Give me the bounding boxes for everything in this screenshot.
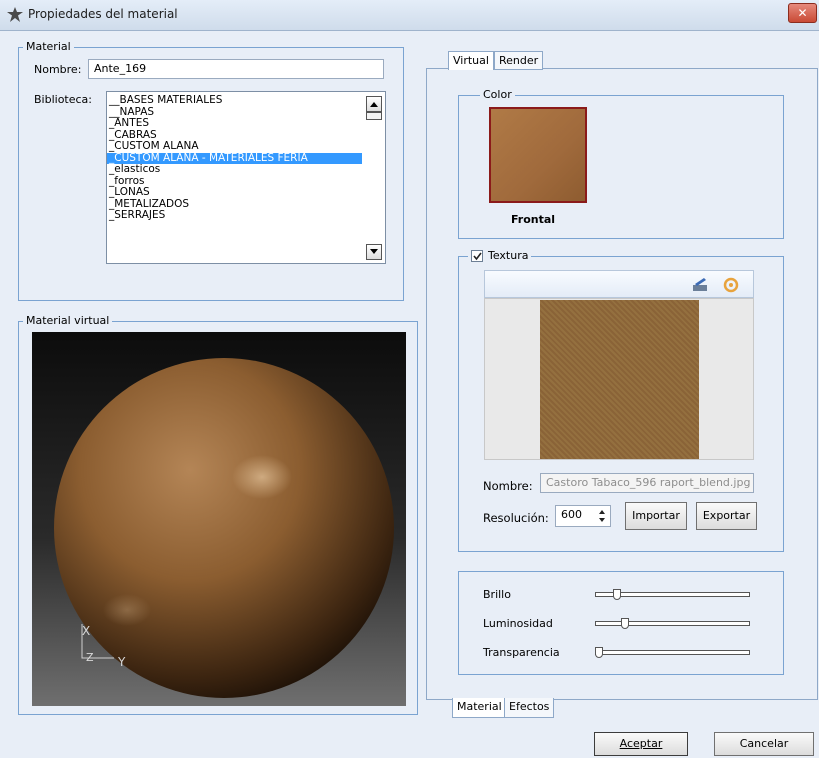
arrow-up-icon [370,102,378,107]
refresh-icon[interactable] [721,275,741,295]
tab-render[interactable]: Render [494,51,544,70]
texture-checkbox[interactable] [471,250,483,262]
resolution-value: 600 [561,508,582,521]
window-title: Propiedades del material [28,7,178,21]
luminosidad-slider[interactable] [595,618,750,630]
tab-efectos[interactable]: Efectos [504,698,555,718]
close-button[interactable]: ✕ [788,3,817,23]
material-group-label: Material [23,40,74,53]
scroll-up-button[interactable] [366,96,382,112]
brillo-slider[interactable] [595,589,750,601]
slider-track[interactable] [595,650,750,655]
slider-label-brillo: Brillo [483,588,511,601]
accept-button[interactable]: Aceptar [594,732,688,756]
accept-button-label: Aceptar [619,737,663,750]
slider-thumb[interactable] [595,647,603,658]
axis-z-label: Z [86,651,94,664]
axis-x-label: X [82,624,91,638]
library-list-item[interactable]: _CUSTOM ALANA [107,140,362,153]
scrollbar-thumb[interactable] [366,112,382,120]
library-list-item[interactable]: __BASES MATERIALES [107,94,362,107]
cancel-button-label: Cancelar [739,737,789,750]
slider-thumb[interactable] [621,618,629,629]
material-name-input[interactable]: Ante_169 [88,59,384,79]
axis-gizmo-icon [81,624,114,659]
library-list[interactable]: __BASES MATERIALES __NAPAS _ANTES _CABRAS _C… [106,91,386,264]
texture-header: Textura [468,248,532,264]
library-list-item[interactable]: _elasticos [107,163,362,176]
slider-label-transparencia: Transparencia [483,646,560,659]
scroll-down-button[interactable] [366,244,382,260]
library-list-item[interactable]: _ANTES [107,117,362,130]
spin-arrows-icon[interactable] [596,507,608,525]
slider-track[interactable] [595,621,750,626]
library-list-item[interactable]: _SERRAJES [107,209,362,222]
library-label: Biblioteca: [34,93,93,106]
checkmark-icon [473,252,482,261]
texture-group-label: Textura [488,249,529,262]
preview-group-label: Material virtual [23,314,113,327]
texture-name-label: Nombre: [483,479,533,493]
material-app-icon [7,7,23,22]
color-caption: Frontal [511,213,556,226]
texture-toolbar [484,270,754,298]
resolution-stepper[interactable]: 600 [555,505,611,527]
arrow-down-icon [370,249,378,254]
preview-viewport[interactable]: X Z Y [32,332,406,706]
color-group-label: Color [480,88,515,101]
texture-image [540,300,699,459]
color-swatch[interactable] [489,107,587,203]
library-list-item[interactable]: _LONAS [107,186,362,199]
slider-label-luminosidad: Luminosidad [483,617,553,630]
tab-virtual[interactable]: Virtual [448,51,494,70]
import-button[interactable]: Importar [625,502,687,530]
name-label: Nombre: [34,63,82,76]
resolution-label: Resolución: [483,511,549,525]
transparencia-slider[interactable] [595,647,750,659]
axis-y-label: Y [118,655,126,669]
texture-name-input[interactable]: Castoro Tabaco_596 raport_blend.jpg [540,473,754,493]
cancel-button[interactable]: Cancelar [714,732,814,756]
tab-material[interactable]: Material [452,698,507,718]
slider-thumb[interactable] [613,589,621,600]
edit-texture-icon[interactable] [690,275,710,295]
export-button[interactable]: Exportar [696,502,757,530]
